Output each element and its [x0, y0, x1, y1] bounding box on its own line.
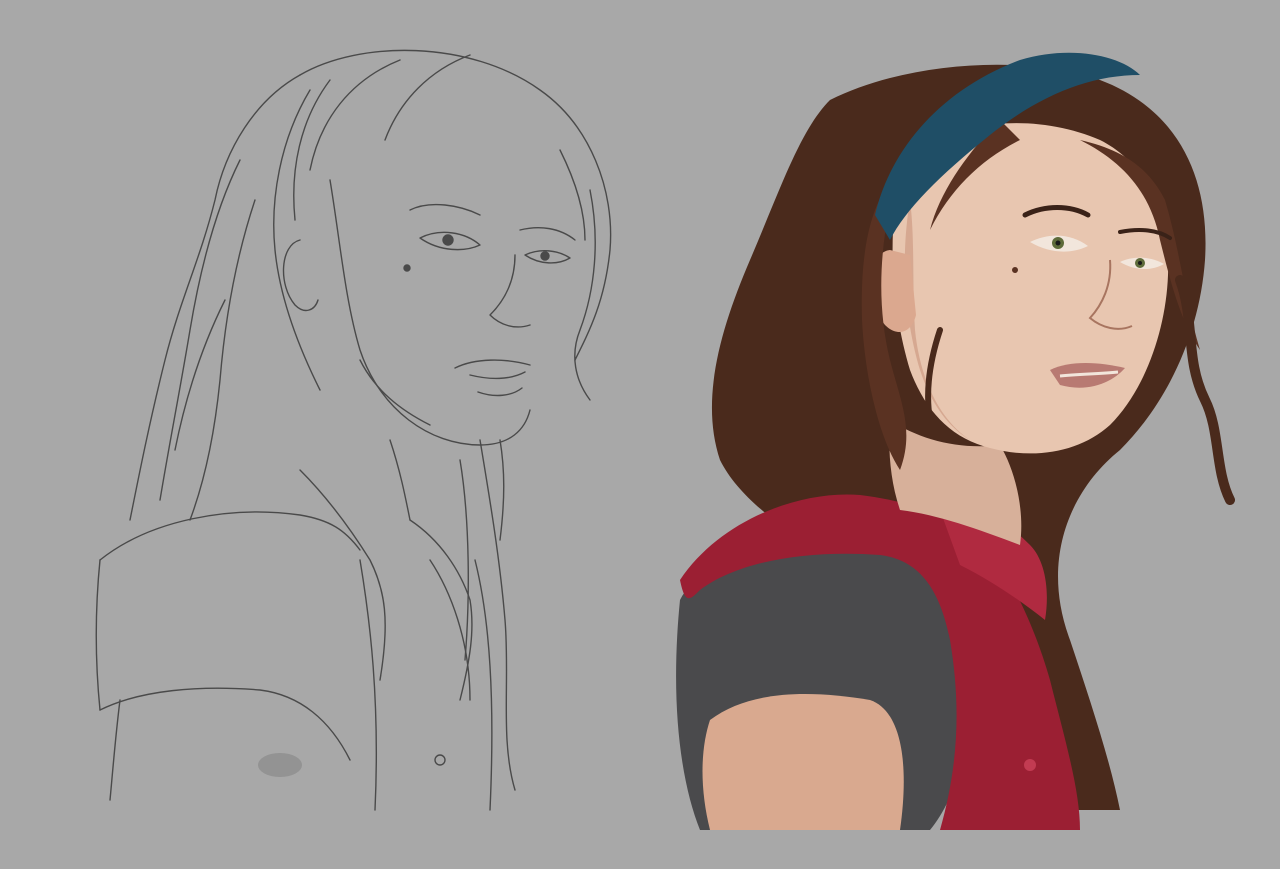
color-painting-portrait	[676, 52, 1235, 830]
pencil-sketch-panel	[0, 0, 640, 869]
artwork-canvas	[0, 0, 1280, 869]
arm	[702, 694, 904, 830]
color-painting-panel	[640, 0, 1280, 869]
vest-button	[1024, 759, 1036, 771]
pencil-sketch-portrait	[95, 49, 612, 811]
